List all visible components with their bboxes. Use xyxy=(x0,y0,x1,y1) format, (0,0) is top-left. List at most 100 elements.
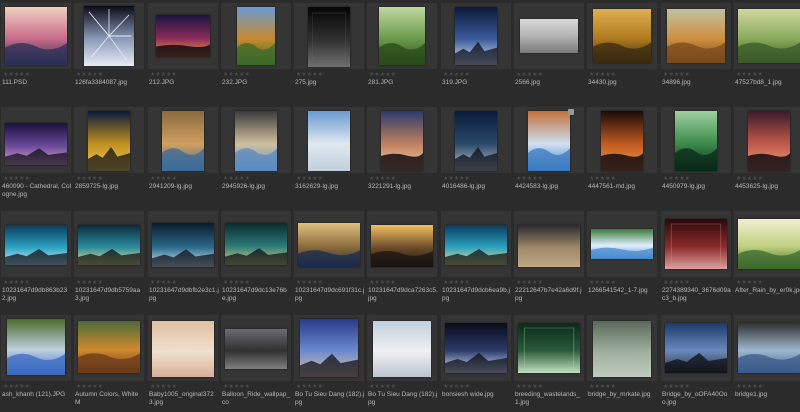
thumbnail-item[interactable]: ★★★★★ 3221291-lg.jpg xyxy=(367,107,437,204)
thumbnail-image[interactable] xyxy=(738,323,800,373)
thumbnail-item[interactable]: ★★★★★ 460090 - Cathedral, Cologne.jpg xyxy=(1,107,71,204)
thumbnail-image[interactable] xyxy=(591,229,653,259)
rating-stars[interactable]: ★★★★★ xyxy=(516,384,543,390)
rating-stars[interactable]: ★★★★★ xyxy=(516,72,543,78)
thumbnail-item[interactable]: ★★★★★ 1266541542_1-7.jpg xyxy=(587,211,657,308)
rating-stars[interactable]: ★★★★★ xyxy=(369,176,396,182)
rating-stars[interactable]: ★★★★★ xyxy=(223,384,250,390)
rating-stars[interactable]: ★★★★★ xyxy=(663,384,690,390)
thumbnail-image[interactable] xyxy=(528,111,570,171)
rating-stars[interactable]: ★★★★★ xyxy=(443,176,470,182)
rating-stars[interactable]: ★★★★★ xyxy=(76,72,103,78)
thumbnail-image[interactable] xyxy=(601,111,643,171)
thumbnail-item[interactable]: ★★★★★ 47527bd8_1.jpg xyxy=(734,3,800,100)
thumbnail-image[interactable] xyxy=(156,15,210,57)
thumbnail-item[interactable]: ★★★★★ 10231647d9dca7263c5.jpg xyxy=(367,211,438,308)
thumbnail-item[interactable]: ★★★★★ 281.JPG xyxy=(367,3,437,100)
thumbnail-item[interactable]: ★★★★★ 212.JPG xyxy=(148,3,218,100)
thumbnail-image[interactable] xyxy=(237,7,275,65)
thumbnail-image[interactable] xyxy=(455,7,497,65)
rating-stars[interactable]: ★★★★★ xyxy=(589,176,616,182)
thumbnail-item[interactable]: ★★★★★ 34430.jpg xyxy=(587,3,657,100)
thumbnail-image[interactable] xyxy=(455,111,497,171)
thumbnail-item[interactable]: ★★★★★ 10231647d9dcb6ea9b.jpg xyxy=(441,211,511,308)
rating-stars[interactable]: ★★★★★ xyxy=(150,176,177,182)
thumbnail-image[interactable] xyxy=(518,323,580,373)
thumbnail-item[interactable]: ★★★★★ bonsiesh wide.jpg xyxy=(441,315,511,412)
thumbnail-image[interactable] xyxy=(518,225,580,267)
thumbnail-item[interactable]: ★★★★★ 4453625-lg.jpg xyxy=(734,107,800,204)
thumbnail-item[interactable]: ★★★★★ 275.jpg xyxy=(294,3,364,100)
rating-stars[interactable]: ★★★★★ xyxy=(443,384,470,390)
thumbnail-item[interactable]: ★★★★★ Balloon_Ride_wallpap_co xyxy=(221,315,291,412)
thumbnail-image[interactable] xyxy=(379,7,425,65)
thumbnail-image[interactable] xyxy=(593,9,651,63)
rating-stars[interactable]: ★★★★★ xyxy=(443,280,470,286)
rating-stars[interactable]: ★★★★★ xyxy=(296,280,323,286)
rating-stars[interactable]: ★★★★★ xyxy=(76,280,103,286)
thumbnail-item[interactable]: ★★★★★ Baby1005_original3723.jpg xyxy=(148,315,218,412)
thumbnail-image[interactable] xyxy=(665,323,727,373)
rating-stars[interactable]: ★★★★★ xyxy=(369,72,396,78)
rating-stars[interactable]: ★★★★★ xyxy=(76,384,103,390)
thumbnail-image[interactable] xyxy=(593,321,651,377)
rating-stars[interactable]: ★★★★★ xyxy=(223,176,250,182)
thumbnail-item[interactable]: ★★★★★ 2274389340_3676d09ac3_b.jpg xyxy=(661,211,731,308)
thumbnail-item[interactable]: ★★★★★ Bo Tu Sieu Dang (182).jpg xyxy=(367,315,437,412)
thumbnail-item[interactable]: ★★★★★ 3162629-lg.jpg xyxy=(294,107,364,204)
thumbnail-image[interactable] xyxy=(665,219,727,269)
thumbnail-item[interactable]: ★★★★★ 2566.jpg xyxy=(514,3,584,100)
thumbnail-image[interactable] xyxy=(88,111,130,171)
thumbnail-item[interactable]: ★★★★★ 10231647d9dc13e76be.jpg xyxy=(221,211,291,308)
rating-stars[interactable]: ★★★★★ xyxy=(663,176,690,182)
thumbnail-image[interactable] xyxy=(445,323,507,373)
thumbnail-image[interactable] xyxy=(78,321,140,373)
rating-stars[interactable]: ★★★★★ xyxy=(663,280,690,286)
thumbnail-image[interactable] xyxy=(738,9,800,63)
thumbnail-image[interactable] xyxy=(738,219,800,269)
thumbnail-item[interactable]: ★★★★★ 232.JPG xyxy=(221,3,291,100)
thumbnail-image[interactable] xyxy=(78,225,140,265)
thumbnail-item[interactable]: ★★★★★ 4447561-md.jpg xyxy=(587,107,657,204)
rating-stars[interactable]: ★★★★★ xyxy=(516,176,543,182)
rating-stars[interactable]: ★★★★★ xyxy=(3,72,30,78)
thumbnail-image[interactable] xyxy=(84,6,134,66)
rating-stars[interactable]: ★★★★★ xyxy=(296,72,323,78)
rating-stars[interactable]: ★★★★★ xyxy=(296,176,323,182)
rating-stars[interactable]: ★★★★★ xyxy=(736,280,763,286)
thumbnail-item[interactable]: ★★★★★ 10231647d9db5759aa3.jpg xyxy=(74,211,144,308)
thumbnail-item[interactable]: ★★★★★ After_Rain_by_er0k.jpg xyxy=(734,211,800,308)
thumbnail-image[interactable] xyxy=(235,111,277,171)
rating-stars[interactable]: ★★★★★ xyxy=(3,384,30,390)
thumbnail-image[interactable] xyxy=(748,111,790,171)
thumbnail-item[interactable]: ★★★★★ 4424583-lg.jpg xyxy=(514,107,584,204)
thumbnail-item[interactable]: ★★★★★ 4450979-lg.jpg xyxy=(661,107,731,204)
thumbnail-item[interactable]: ★★★★★ 2859725-lg.jpg xyxy=(74,107,144,204)
thumbnail-item[interactable]: ★★★★★ 2945926-lg.jpg xyxy=(221,107,291,204)
thumbnail-image[interactable] xyxy=(225,329,287,369)
thumbnail-item[interactable]: ★★★★★ 10231647d9dbfb2e3c1.jpg xyxy=(148,211,219,308)
thumbnail-item[interactable]: ★★★★★ ash_khanh (121).JPG xyxy=(1,315,71,412)
rating-stars[interactable]: ★★★★★ xyxy=(3,280,30,286)
rating-stars[interactable]: ★★★★★ xyxy=(736,384,763,390)
thumbnail-image[interactable] xyxy=(5,123,67,165)
thumbnail-item[interactable]: ★★★★★ 10231647d9dc691f31c.jpg xyxy=(294,211,364,308)
rating-stars[interactable]: ★★★★★ xyxy=(736,72,763,78)
thumbnail-image[interactable] xyxy=(5,225,67,265)
thumbnail-item[interactable]: ★★★★★ Bridge_by_oOFA40Ooo.jpg xyxy=(661,315,731,412)
thumbnail-image[interactable] xyxy=(298,223,360,267)
rating-stars[interactable]: ★★★★★ xyxy=(296,384,323,390)
thumbnail-item[interactable]: ★★★★★ bridge1.jpg xyxy=(734,315,800,412)
rating-stars[interactable]: ★★★★★ xyxy=(223,72,250,78)
thumbnail-image[interactable] xyxy=(373,321,431,377)
thumbnail-image[interactable] xyxy=(445,225,507,265)
thumbnail-item[interactable]: ★★★★★ bridge_by_mrkate.jpg xyxy=(587,315,657,412)
rating-stars[interactable]: ★★★★★ xyxy=(223,280,250,286)
thumbnail-image[interactable] xyxy=(225,223,287,265)
rating-stars[interactable]: ★★★★★ xyxy=(369,384,396,390)
thumbnail-image[interactable] xyxy=(300,319,358,377)
rating-stars[interactable]: ★★★★★ xyxy=(150,280,177,286)
thumbnail-image[interactable] xyxy=(667,9,725,63)
thumbnail-image[interactable] xyxy=(7,319,65,375)
rating-stars[interactable]: ★★★★★ xyxy=(589,280,616,286)
